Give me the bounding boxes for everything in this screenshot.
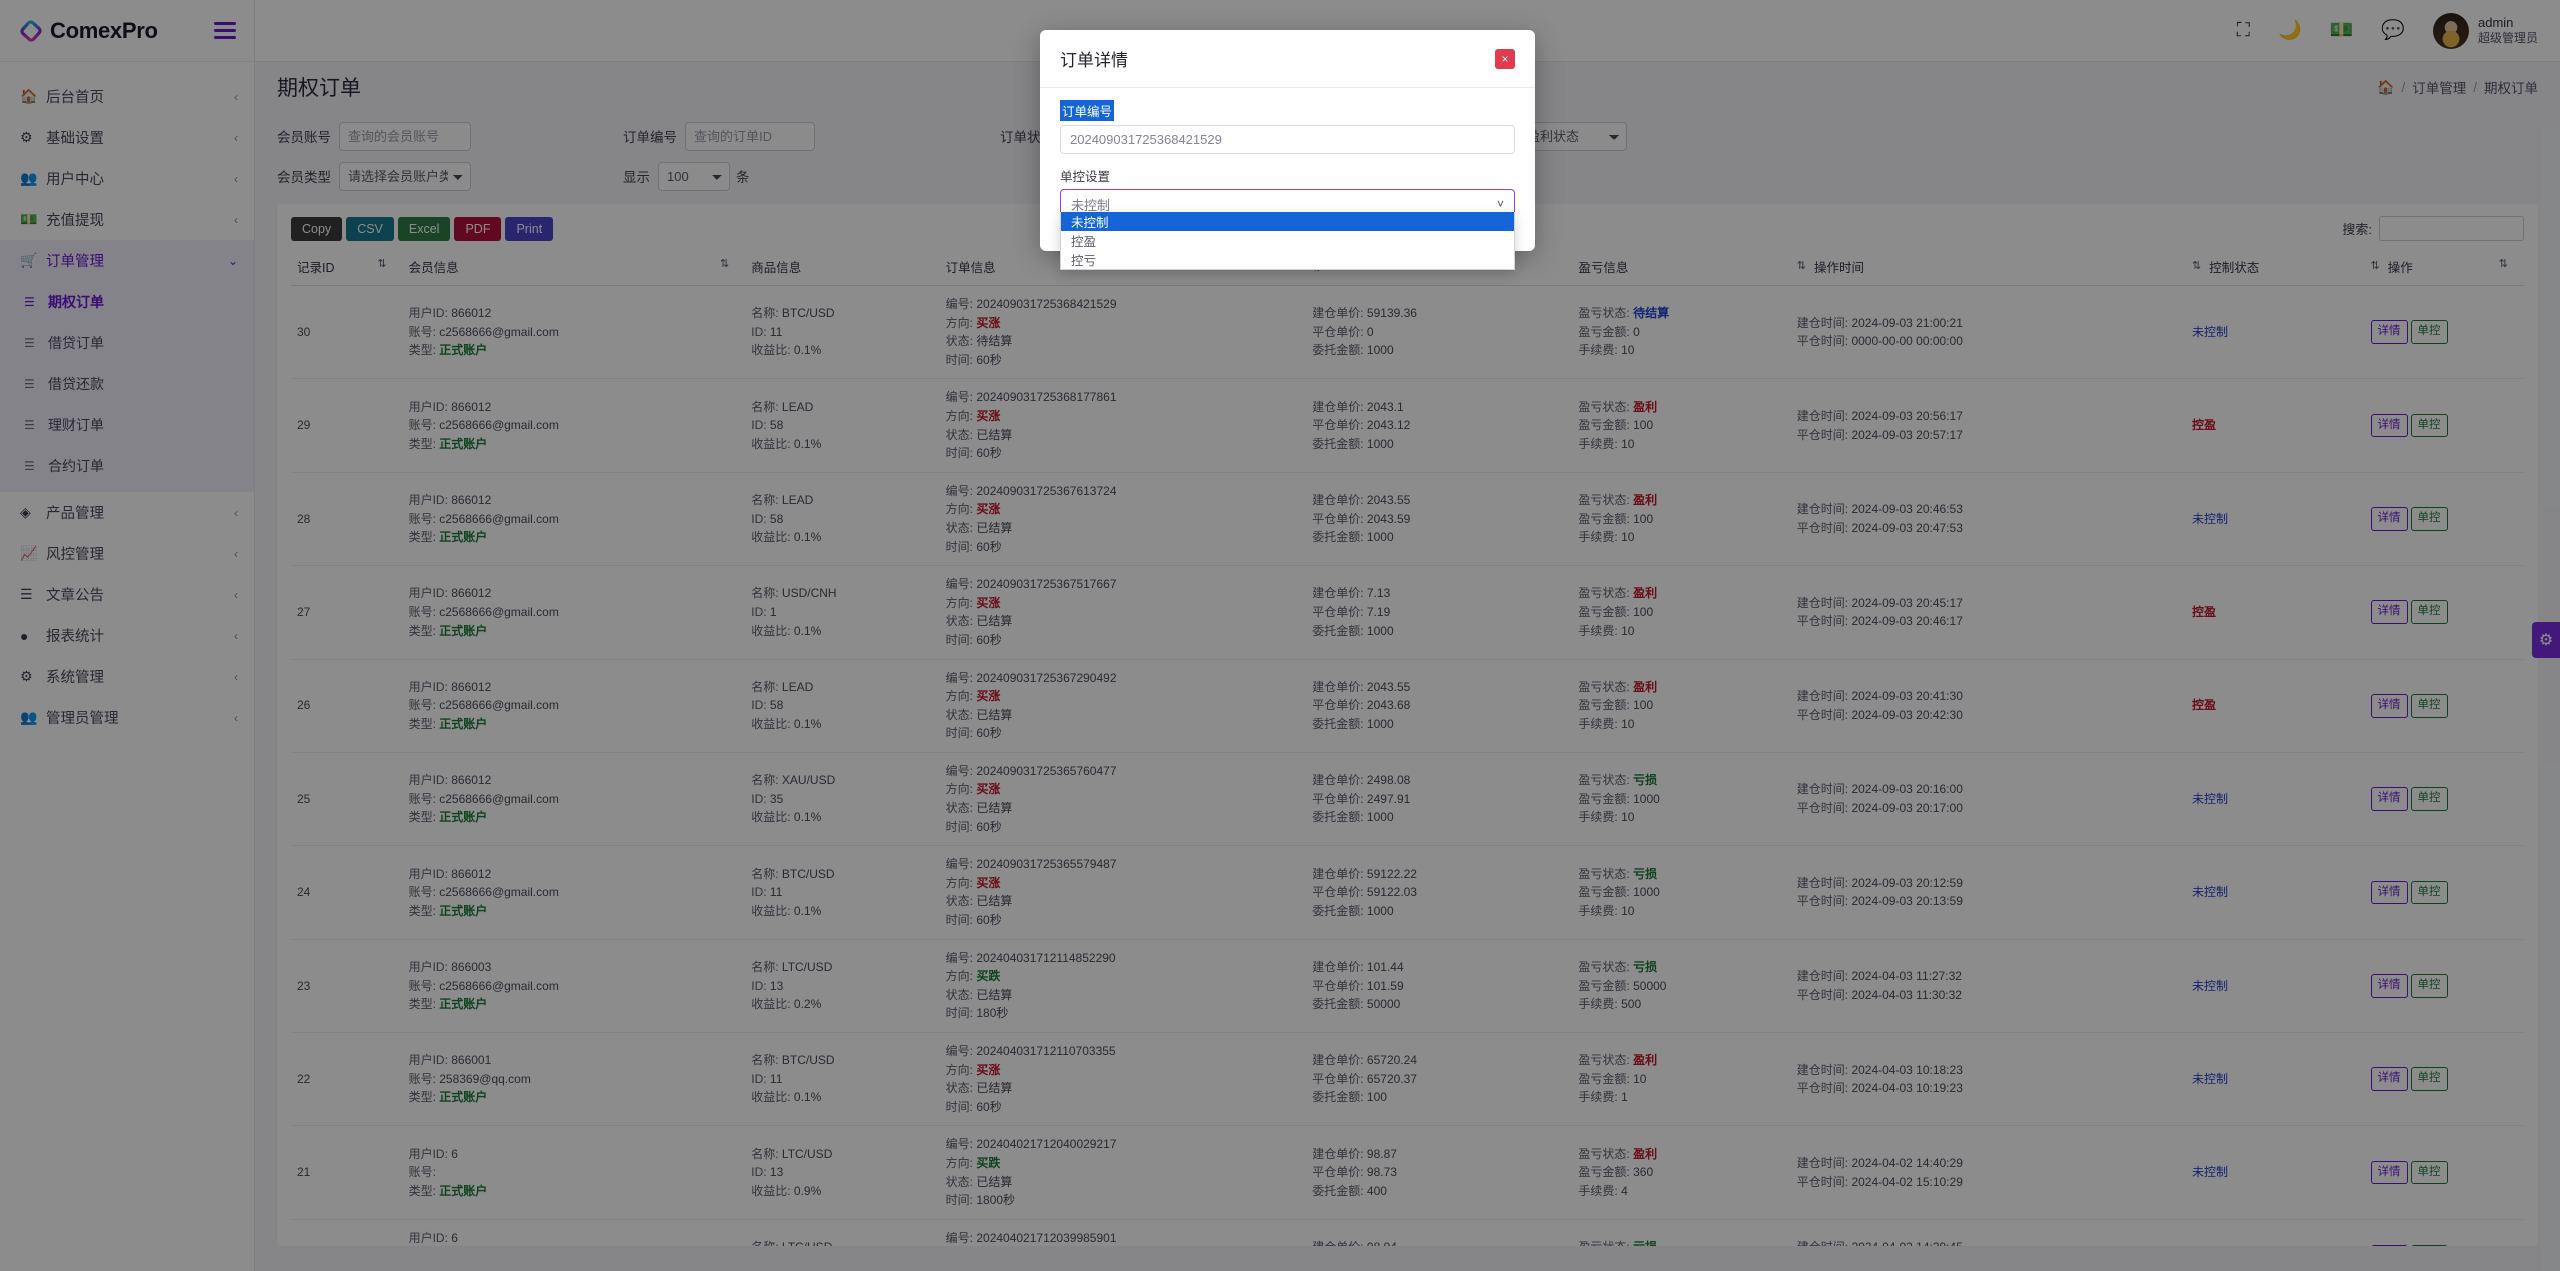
control-option[interactable]: 控盈 <box>1061 231 1514 250</box>
control-setting-options: 未控制控盈控亏 <box>1060 212 1515 270</box>
modal-title: 订单详情 <box>1060 46 1128 71</box>
order-no-label: 订单编号 <box>1060 100 1114 121</box>
chevron-down-icon: ˅ <box>1497 197 1504 211</box>
order-no-input[interactable] <box>1060 125 1515 154</box>
close-icon[interactable]: × <box>1495 49 1515 69</box>
order-detail-modal: 订单详情 × 订单编号 单控设置 未控制 ˅ 未控制控盈控亏 <box>1040 30 1535 251</box>
modal-header: 订单详情 × <box>1040 30 1535 88</box>
control-setting-value: 未控制 <box>1071 195 1110 214</box>
control-option[interactable]: 控亏 <box>1061 250 1514 269</box>
order-no-field: 订单编号 <box>1060 100 1515 154</box>
control-setting-label: 单控设置 <box>1060 166 1110 185</box>
modal-body: 订单编号 单控设置 未控制 ˅ 未控制控盈控亏 <box>1040 88 1535 251</box>
control-option[interactable]: 未控制 <box>1061 212 1514 231</box>
